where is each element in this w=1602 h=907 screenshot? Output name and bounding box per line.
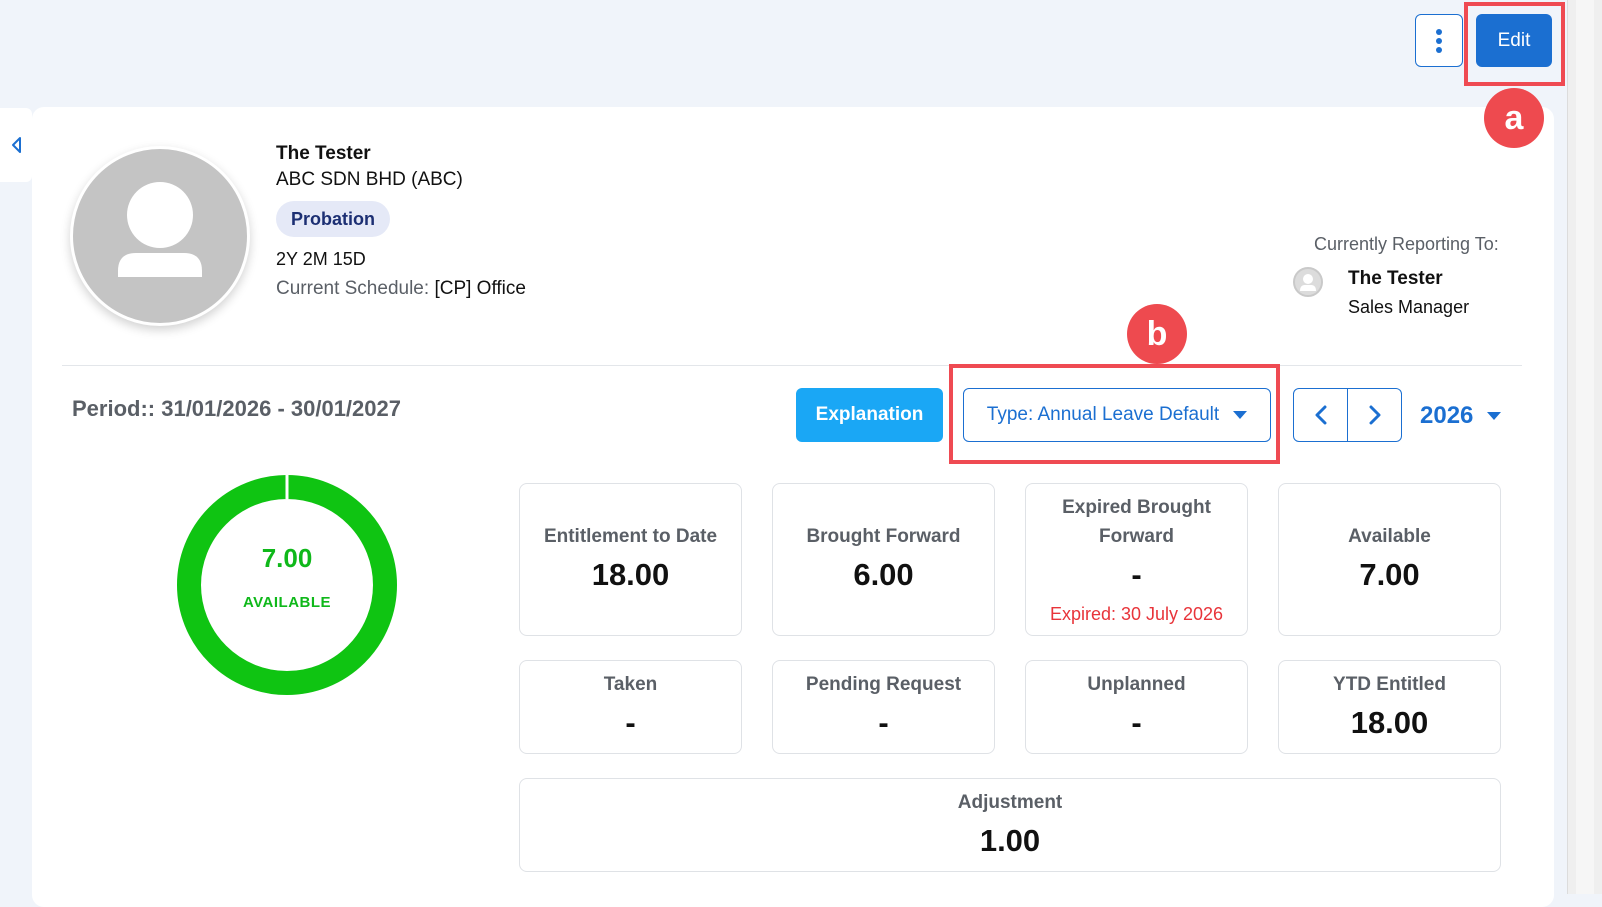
donut-value: 7.00 (261, 543, 313, 573)
person-placeholder-icon (118, 182, 202, 277)
chevron-right-icon (1369, 405, 1380, 425)
current-schedule: Current Schedule: [CP] Office (276, 278, 526, 300)
vertical-ellipsis-icon (1436, 28, 1442, 53)
stat-value: - (878, 705, 889, 740)
stat-entitlement-to-date: Entitlement to Date 18.00 (519, 483, 742, 636)
stat-label: Taken (603, 674, 658, 695)
stat-value: - (1131, 705, 1142, 740)
previous-year-button[interactable] (1294, 389, 1347, 441)
schedule-label: Current Schedule: (276, 278, 430, 299)
sidebar-collapse-toggle[interactable] (0, 108, 32, 182)
stat-ytd-entitled: YTD Entitled 18.00 (1278, 660, 1501, 754)
employee-tenure: 2Y 2M 15D (276, 249, 366, 269)
stat-label: Adjustment (957, 792, 1063, 813)
stat-value: - (1131, 557, 1142, 592)
stat-taken: Taken - (519, 660, 742, 754)
caret-left-icon (12, 137, 21, 153)
stat-label: Unplanned (1087, 674, 1186, 695)
stat-value: - (625, 705, 636, 740)
stat-value: 6.00 (853, 557, 914, 592)
annotation-marker-a: a (1484, 88, 1544, 148)
employee-avatar (70, 146, 250, 326)
page-scrollbar-thumb[interactable] (1576, 0, 1594, 894)
highlight-box-a (1464, 2, 1565, 86)
employee-name: The Tester (276, 143, 371, 164)
stat-brought-forward: Brought Forward 6.00 (772, 483, 995, 636)
more-options-button[interactable] (1415, 14, 1463, 67)
annotation-marker-b: b (1127, 304, 1187, 364)
manager-avatar (1293, 267, 1323, 297)
explanation-button[interactable]: Explanation (796, 388, 943, 442)
next-year-button[interactable] (1347, 389, 1401, 441)
stat-label: Available (1348, 526, 1431, 547)
chevron-left-icon (1315, 405, 1326, 425)
status-badge: Probation (276, 201, 390, 237)
caret-down-icon (1487, 412, 1502, 420)
stat-label-line1: Expired Brought (1062, 497, 1211, 518)
stat-available: Available 7.00 (1278, 483, 1501, 636)
stat-expired-brought-forward: Expired Brought Forward - Expired: 30 Ju… (1025, 483, 1248, 636)
available-donut-chart (177, 475, 397, 695)
section-divider (62, 365, 1522, 366)
stat-label: Pending Request (805, 674, 962, 695)
highlight-box-b (949, 364, 1280, 464)
leave-period: Period:: 31/01/2026 - 30/01/2027 (72, 396, 401, 421)
donut-label: AVAILABLE (242, 594, 332, 611)
stat-label: Brought Forward (806, 526, 961, 547)
stat-adjustment: Adjustment 1.00 (519, 778, 1501, 872)
donut-arc-available (177, 475, 397, 695)
year-dropdown[interactable]: 2026 (1420, 400, 1502, 432)
stat-value: 18.00 (591, 557, 670, 592)
stat-label: YTD Entitled (1333, 674, 1446, 695)
person-placeholder-icon (1300, 274, 1316, 291)
stat-pending-request: Pending Request - (772, 660, 995, 754)
stat-value: 7.00 (1359, 557, 1420, 592)
employee-company: ABC SDN BHD (ABC) (276, 169, 463, 190)
stat-unplanned: Unplanned - (1025, 660, 1248, 754)
stat-label-line2: Forward (1099, 526, 1174, 547)
schedule-value: [CP] Office (434, 278, 526, 299)
manager-title: Sales Manager (1348, 297, 1470, 317)
year-value: 2026 (1420, 402, 1474, 429)
stat-label: Entitlement to Date (543, 526, 718, 547)
manager-name[interactable]: The Tester (1348, 268, 1443, 290)
stat-value: 18.00 (1350, 705, 1429, 740)
stat-value: 1.00 (979, 823, 1041, 858)
expired-date-note: Expired: 30 July 2026 (1049, 604, 1224, 624)
year-nav-group (1293, 388, 1402, 442)
reporting-to-label: Currently Reporting To: (1314, 234, 1499, 254)
